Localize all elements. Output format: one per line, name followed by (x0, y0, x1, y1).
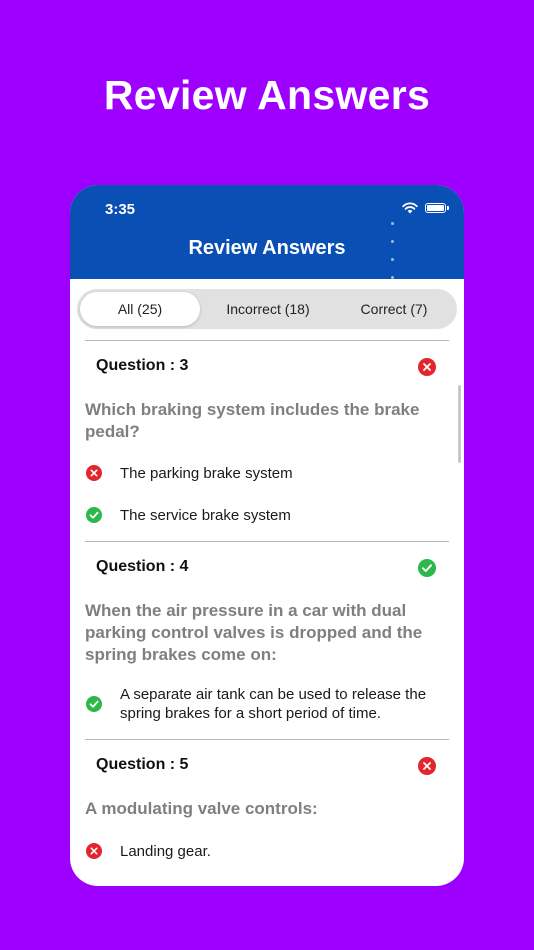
battery-icon (425, 203, 449, 213)
question-number: Question : 5 (96, 756, 189, 773)
incorrect-icon (86, 465, 102, 481)
answer-option: The parking brake system (120, 465, 293, 482)
filter-correct-tab[interactable]: Correct (7) (335, 292, 453, 326)
nav-title: Review Answers (188, 237, 346, 259)
question-text: Which braking system includes the brake … (85, 400, 420, 441)
filter-incorrect-tab[interactable]: Incorrect (18) (207, 292, 329, 326)
correct-icon (86, 696, 102, 712)
correct-icon (418, 559, 436, 577)
divider (85, 739, 449, 740)
answer-option: The service brake system (120, 507, 291, 524)
question-text: When the air pressure in a car with dual… (85, 601, 423, 664)
correct-icon (86, 507, 102, 523)
incorrect-icon (86, 843, 102, 859)
app-header: 3:35 Review Answers (70, 185, 464, 279)
divider (85, 340, 449, 341)
divider (85, 541, 449, 542)
incorrect-icon (418, 358, 436, 376)
answer-option: A separate air tank can be used to relea… (120, 686, 427, 722)
scroll-indicator[interactable] (458, 385, 461, 463)
question-number: Question : 3 (96, 357, 189, 374)
answer-option: Landing gear. (120, 843, 211, 860)
incorrect-icon (418, 757, 436, 775)
promo-title: Review Answers (103, 72, 431, 118)
phone-screen: 3:35 Review Answers All (25) Incorrect (… (70, 185, 464, 886)
filter-segmented-control: All (25) Incorrect (18) Correct (7) (77, 289, 457, 329)
status-time: 3:35 (105, 201, 136, 218)
question-number: Question : 4 (96, 558, 189, 575)
filter-all-tab[interactable]: All (25) (80, 292, 200, 326)
wifi-icon (402, 202, 418, 214)
question-text: A modulating valve controls: (85, 799, 318, 818)
